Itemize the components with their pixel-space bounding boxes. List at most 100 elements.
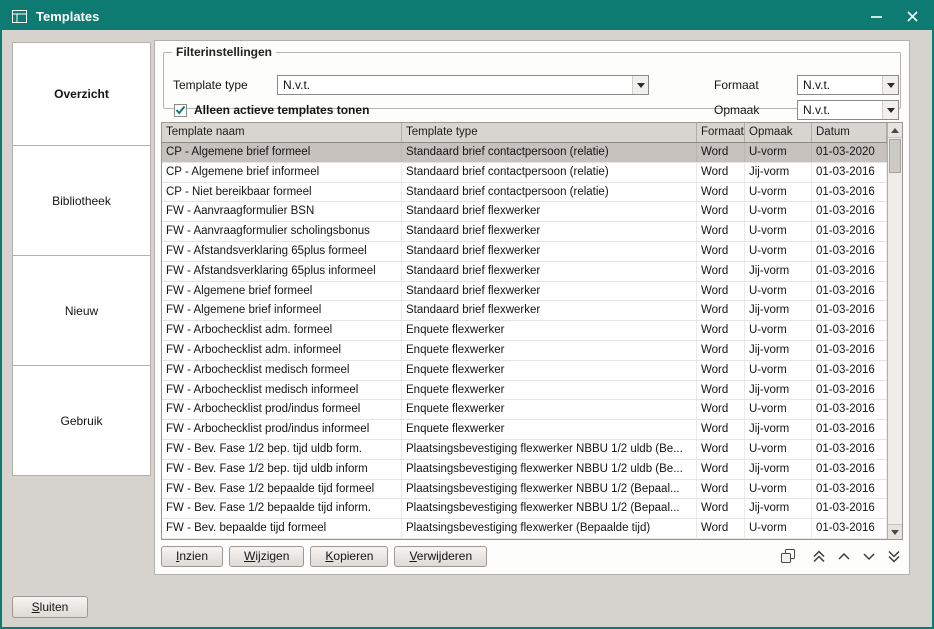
sluiten-button[interactable]: Sluiten xyxy=(12,596,88,618)
table-row[interactable]: FW - Arbochecklist prod/indus formeelEnq… xyxy=(162,400,887,420)
vertical-scrollbar[interactable] xyxy=(887,123,902,539)
column-header-template-type[interactable]: Template type xyxy=(402,123,697,142)
table-cell: 01-03-2016 xyxy=(812,519,887,538)
table-row[interactable]: CP - Algemene brief formeelStandaard bri… xyxy=(162,143,887,163)
double-chevron-down-icon xyxy=(887,550,901,563)
table-cell: Word xyxy=(697,301,745,320)
triangle-up-icon xyxy=(891,128,899,133)
table-row[interactable]: FW - Arbochecklist adm. formeelEnquete f… xyxy=(162,321,887,341)
table-cell: Standaard brief flexwerker xyxy=(402,301,697,320)
actions-row: Inzien Wijzigen Kopieren Verwijderen xyxy=(161,544,903,568)
jump-first-button[interactable] xyxy=(810,547,828,565)
minimize-button[interactable] xyxy=(868,8,884,24)
table-row[interactable]: CP - Niet bereikbaar formeelStandaard br… xyxy=(162,183,887,203)
table-cell: Jij-vorm xyxy=(745,341,812,360)
inzien-button[interactable]: Inzien xyxy=(161,546,223,567)
sidebar-item-gebruik[interactable]: Gebruik xyxy=(12,366,151,476)
table-row[interactable]: FW - Aanvraagformulier BSNStandaard brie… xyxy=(162,202,887,222)
table-cell: U-vorm xyxy=(745,143,812,162)
sidebar-item-nieuw[interactable]: Nieuw xyxy=(12,256,151,366)
column-header-formaat[interactable]: Formaat xyxy=(697,123,745,142)
close-button[interactable] xyxy=(904,8,920,24)
templates-table: Template naam Template type Formaat Opma… xyxy=(161,122,903,540)
table-cell: Word xyxy=(697,222,745,241)
table-cell: Enquete flexwerker xyxy=(402,321,697,340)
formaat-select[interactable]: N.v.t. xyxy=(797,75,899,95)
table-row[interactable]: CP - Algemene brief informeelStandaard b… xyxy=(162,163,887,183)
table-row[interactable]: FW - Algemene brief formeelStandaard bri… xyxy=(162,282,887,302)
column-header-template-naam[interactable]: Template naam xyxy=(162,123,402,142)
table-cell: U-vorm xyxy=(745,242,812,261)
kopieren-button[interactable]: Kopieren xyxy=(310,546,388,567)
table-row[interactable]: FW - Algemene brief informeelStandaard b… xyxy=(162,301,887,321)
table-cell: FW - Arbochecklist adm. formeel xyxy=(162,321,402,340)
table-row[interactable]: FW - Bev. Fase 1/2 bepaalde tijd formeel… xyxy=(162,480,887,500)
double-chevron-up-icon xyxy=(812,550,826,563)
filter-settings-group: Filterinstellingen Template type N.v.t. … xyxy=(163,45,901,109)
table-cell: FW - Aanvraagformulier BSN xyxy=(162,202,402,221)
template-type-label: Template type xyxy=(173,75,248,95)
table-cell: Enquete flexwerker xyxy=(402,381,697,400)
table-cell: Jij-vorm xyxy=(745,460,812,479)
table-row[interactable]: FW - Bev. Fase 1/2 bep. tijd uldb form.P… xyxy=(162,440,887,460)
table-cell: Jij-vorm xyxy=(745,420,812,439)
table-cell: FW - Arbochecklist prod/indus informeel xyxy=(162,420,402,439)
table-cell: Word xyxy=(697,341,745,360)
table-row[interactable]: FW - Arbochecklist prod/indus informeelE… xyxy=(162,420,887,440)
sidebar: Overzicht Bibliotheek Nieuw Gebruik xyxy=(12,42,151,476)
table-row[interactable]: FW - Arbochecklist medisch informeelEnqu… xyxy=(162,381,887,401)
table-cell: U-vorm xyxy=(745,222,812,241)
table-cell: Plaatsingsbevestiging flexwerker (Bepaal… xyxy=(402,519,697,538)
table-cell: FW - Arbochecklist adm. informeel xyxy=(162,341,402,360)
jump-last-button[interactable] xyxy=(885,547,903,565)
table-cell: 01-03-2016 xyxy=(812,381,887,400)
copy-icon[interactable] xyxy=(779,547,797,565)
scroll-down-button[interactable] xyxy=(888,524,902,539)
table-cell: FW - Algemene brief formeel xyxy=(162,282,402,301)
table-row[interactable]: FW - Arbochecklist medisch formeelEnquet… xyxy=(162,361,887,381)
active-templates-checkbox[interactable]: Alleen actieve templates tonen xyxy=(174,103,369,117)
table-row[interactable]: FW - Afstandsverklaring 65plus informeel… xyxy=(162,262,887,282)
table-cell: Plaatsingsbevestiging flexwerker NBBU 1/… xyxy=(402,460,697,479)
table-cell: Standaard brief flexwerker xyxy=(402,202,697,221)
table-row[interactable]: FW - Bev. Fase 1/2 bep. tijd uldb inform… xyxy=(162,460,887,480)
template-type-select[interactable]: N.v.t. xyxy=(277,75,649,95)
table-cell: FW - Algemene brief informeel xyxy=(162,301,402,320)
table-row[interactable]: FW - Afstandsverklaring 65plus formeelSt… xyxy=(162,242,887,262)
column-header-opmaak[interactable]: Opmaak xyxy=(745,123,812,142)
next-record-button[interactable] xyxy=(860,547,878,565)
checkbox-box xyxy=(174,104,187,117)
table-cell: U-vorm xyxy=(745,361,812,380)
opmaak-select[interactable]: N.v.t. xyxy=(797,100,899,120)
verwijderen-button-label: Verwijderen xyxy=(409,549,472,563)
table-cell: 01-03-2016 xyxy=(812,420,887,439)
table-row[interactable]: FW - Bev. Fase 1/2 bepaalde tijd inform.… xyxy=(162,499,887,519)
sidebar-item-overzicht[interactable]: Overzicht xyxy=(12,42,151,146)
table-cell: 01-03-2016 xyxy=(812,440,887,459)
filter-group-legend: Filterinstellingen xyxy=(172,45,276,59)
sidebar-item-bibliotheek[interactable]: Bibliotheek xyxy=(12,146,151,256)
verwijderen-button[interactable]: Verwijderen xyxy=(394,546,487,567)
table-cell: Word xyxy=(697,499,745,518)
template-table-body: CP - Algemene brief formeelStandaard bri… xyxy=(162,143,887,539)
table-row[interactable]: FW - Arbochecklist adm. informeelEnquete… xyxy=(162,341,887,361)
table-row[interactable]: FW - Bev. bepaalde tijd formeelPlaatsing… xyxy=(162,519,887,539)
wijzigen-button[interactable]: Wijzigen xyxy=(229,546,304,567)
table-cell: U-vorm xyxy=(745,400,812,419)
table-cell: U-vorm xyxy=(745,440,812,459)
scrollbar-thumb[interactable] xyxy=(889,139,901,173)
prev-record-button[interactable] xyxy=(835,547,853,565)
table-cell: U-vorm xyxy=(745,282,812,301)
table-cell: Standaard brief flexwerker xyxy=(402,262,697,281)
formaat-value: N.v.t. xyxy=(798,78,882,92)
scroll-up-button[interactable] xyxy=(888,123,902,138)
table-cell: 01-03-2016 xyxy=(812,361,887,380)
table-row[interactable]: FW - Aanvraagformulier scholingsbonusSta… xyxy=(162,222,887,242)
table-cell: Standaard brief contactpersoon (relatie) xyxy=(402,163,697,182)
column-header-datum[interactable]: Datum xyxy=(812,123,887,142)
table-cell: FW - Bev. Fase 1/2 bep. tijd uldb inform xyxy=(162,460,402,479)
table-cell: 01-03-2016 xyxy=(812,460,887,479)
table-cell: Word xyxy=(697,202,745,221)
table-header: Template naam Template type Formaat Opma… xyxy=(162,123,887,143)
table-cell: Word xyxy=(697,321,745,340)
